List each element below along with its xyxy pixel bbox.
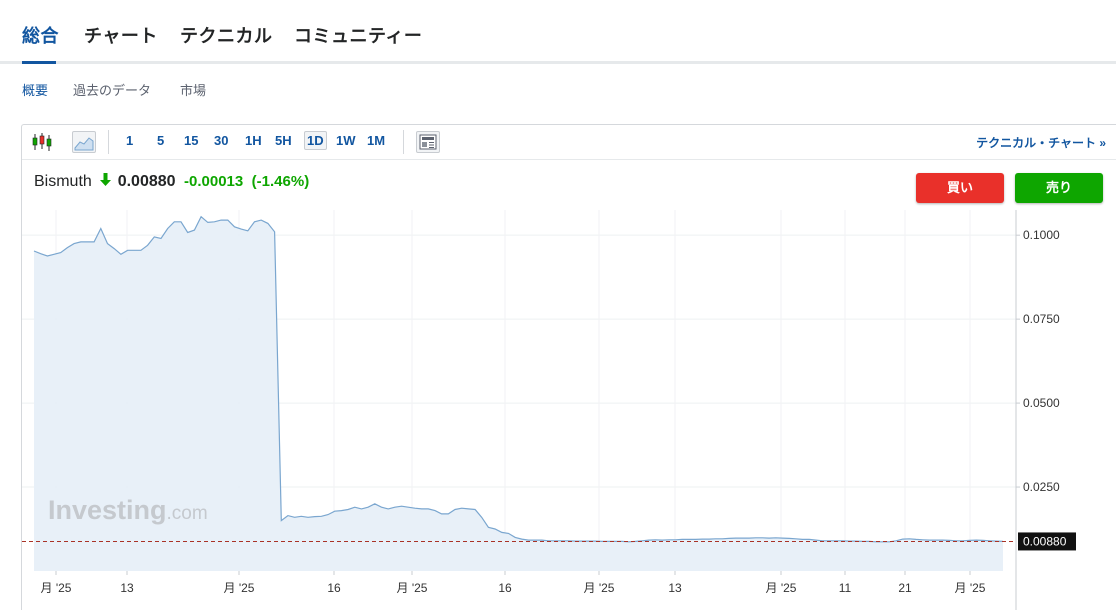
x-tick-label: 月 '25: [584, 581, 615, 595]
y-tick-label: 0.0500: [1023, 396, 1060, 410]
x-tick-label: 11: [839, 581, 852, 595]
x-tick-label: 16: [498, 581, 512, 595]
watermark-main: Investing: [48, 495, 167, 525]
y-tick-label: 0.1000: [1023, 228, 1060, 242]
x-axis: 月 '25 13 月 '25 16 月 '25 16 月 '25 13 月 '25 11 21 月 '…: [41, 571, 986, 595]
x-tick-label: 月 '25: [766, 581, 797, 595]
x-tick-label: 月 '25: [955, 581, 986, 595]
last-price-badge: 0.00880: [1018, 532, 1076, 551]
price-chart[interactable]: 0.10000.07500.05000.0250 月 '25 13 月 '25 16 月…: [0, 0, 1116, 610]
y-axis: 0.1000 0.0750 0.0500 0.0250: [1016, 228, 1060, 494]
x-tick-label: 16: [327, 581, 341, 595]
watermark-suffix: .com: [167, 503, 208, 524]
last-price-label: 0.00880: [1023, 534, 1067, 548]
y-tick-label: 0.0750: [1023, 312, 1060, 326]
x-tick-label: 13: [668, 581, 682, 595]
x-tick-label: 月 '25: [224, 581, 255, 595]
y-tick-label: 0.0250: [1023, 480, 1060, 494]
x-tick-label: 月 '25: [397, 581, 428, 595]
x-tick-label: 21: [898, 581, 912, 595]
x-tick-label: 月 '25: [41, 581, 72, 595]
x-tick-label: 13: [120, 581, 134, 595]
